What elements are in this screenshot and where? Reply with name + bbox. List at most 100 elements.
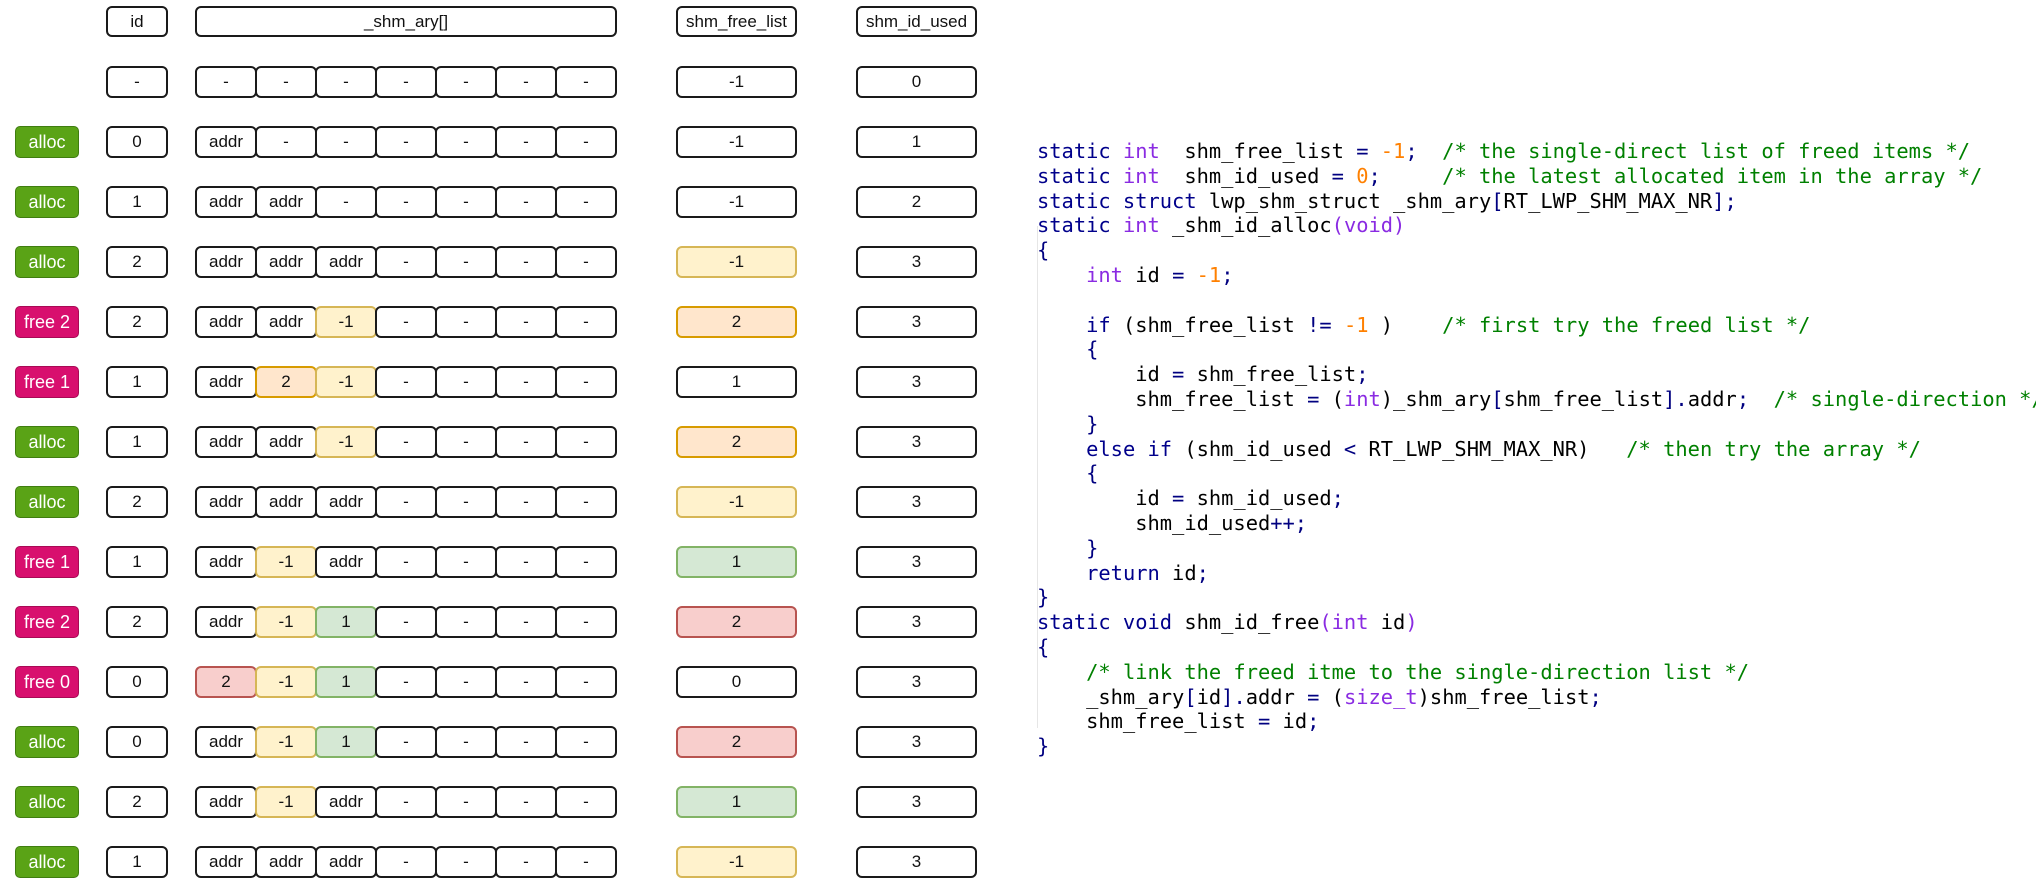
shm-ary-cell: -	[555, 846, 617, 878]
shm-ary-cell: addr	[315, 486, 377, 518]
free-list-cell: 2	[676, 726, 797, 758]
free-list-cell: -1	[676, 66, 797, 98]
shm-ary-cell: -	[555, 786, 617, 818]
shm-ary-cell: -	[495, 546, 557, 578]
code-line: _shm_ary[id].addr = (size_t)shm_free_lis…	[1037, 684, 1602, 709]
shm-ary-cell: -	[555, 486, 617, 518]
code-line: static struct lwp_shm_struct _shm_ary[RT…	[1037, 188, 1737, 213]
code-line: }	[1086, 535, 1099, 560]
id-used-cell: 3	[856, 306, 977, 338]
id-cell: 2	[106, 306, 168, 338]
shm-ary-cell: addr	[255, 426, 317, 458]
shm-ary-cell: -1	[255, 666, 317, 698]
alloc-op-label: alloc	[15, 846, 79, 878]
shm-ary-cell: -	[555, 306, 617, 338]
id-used-cell: 3	[856, 786, 977, 818]
shm-ary-cell: -	[435, 546, 497, 578]
shm-ary-cell: -	[375, 66, 437, 98]
shm-ary-cell: -	[375, 126, 437, 158]
shm-ary-cell: addr	[255, 186, 317, 218]
code-line: shm_free_list = id;	[1037, 709, 1320, 734]
id-used-cell: 3	[856, 426, 977, 458]
id-cell: 1	[106, 846, 168, 878]
code-line: }	[1037, 585, 1050, 610]
code-line: if (shm_free_list != -1 ) /* first try t…	[1086, 312, 1811, 337]
shm-ary-cell: addr	[195, 846, 257, 878]
shm-ary-cell: -	[315, 186, 377, 218]
shm-ary-cell: -	[495, 786, 557, 818]
free-list-cell: -1	[676, 846, 797, 878]
shm-ary-cell: -	[495, 426, 557, 458]
shm-ary-cell: addr	[195, 246, 257, 278]
shm-ary-cell: 2	[195, 666, 257, 698]
shm-ary-cell: -	[555, 186, 617, 218]
shm-ary-cell: addr	[315, 846, 377, 878]
id-cell: 2	[106, 246, 168, 278]
id-cell: 0	[106, 666, 168, 698]
shm-ary-cell: addr	[315, 546, 377, 578]
shm-ary-cell: addr	[255, 306, 317, 338]
shm-ary-cell: -	[435, 606, 497, 638]
free-list-cell: 1	[676, 546, 797, 578]
free-list-cell: 2	[676, 606, 797, 638]
id-cell: 1	[106, 546, 168, 578]
shm-ary-cell: -	[495, 846, 557, 878]
shm-ary-cell: addr	[195, 126, 257, 158]
free-list-cell: -1	[676, 246, 797, 278]
id-used-cell: 3	[856, 726, 977, 758]
free-list-cell: 0	[676, 666, 797, 698]
shm-ary-cell: -	[555, 546, 617, 578]
shm-ary-cell: addr	[315, 246, 377, 278]
code-line: static int shm_free_list = -1; /* the si…	[1037, 139, 1971, 163]
shm-ary-cell: -	[375, 606, 437, 638]
shm-ary-cell: -	[495, 726, 557, 758]
shm-ary-cell: addr	[195, 186, 257, 218]
shm-ary-cell: addr	[195, 726, 257, 758]
code-line: {	[1086, 461, 1099, 486]
shm-ary-cell: -	[375, 426, 437, 458]
id-cell: 0	[106, 726, 168, 758]
shm-ary-cell: -	[555, 126, 617, 158]
shm-ary-cell: -	[375, 786, 437, 818]
shm-ary-cell: -	[495, 66, 557, 98]
shm-ary-cell: -	[495, 246, 557, 278]
shm-ary-cell: -	[555, 666, 617, 698]
shm-ary-cell: addr	[195, 306, 257, 338]
shm-ary-cell: addr	[195, 366, 257, 398]
alloc-op-label: alloc	[15, 186, 79, 218]
shm-ary-cell: -	[435, 66, 497, 98]
id-cell: 2	[106, 486, 168, 518]
shm-ary-cell: -	[375, 366, 437, 398]
shm-ary-cell: -	[555, 66, 617, 98]
id-used-cell: 3	[856, 666, 977, 698]
shm-ary-cell: addr	[195, 426, 257, 458]
shm-ary-cell: -	[555, 426, 617, 458]
shm-ary-cell: -	[375, 486, 437, 518]
shm-ary-cell: addr	[255, 486, 317, 518]
free-list-cell: -1	[676, 126, 797, 158]
shm-ary-cell: -	[495, 366, 557, 398]
code-line: shm_free_list = (int)_shm_ary[shm_free_l…	[1037, 386, 2036, 411]
free-list-cell: -1	[676, 486, 797, 518]
shm-ary-cell: -	[255, 126, 317, 158]
shm-ary-cell: -	[555, 366, 617, 398]
id-used-cell: 3	[856, 366, 977, 398]
shm-ary-cell: 1	[315, 726, 377, 758]
shm-ary-cell: -	[495, 666, 557, 698]
free-op-label: free 0	[15, 666, 79, 698]
shm-ary-cell: -	[435, 726, 497, 758]
shm-ary-cell: -	[375, 186, 437, 218]
shm-ary-cell: -	[555, 726, 617, 758]
shm-ary-cell: -	[495, 126, 557, 158]
id-used-cell: 3	[856, 546, 977, 578]
id-used-cell: 1	[856, 126, 977, 158]
shm-ary-cell: -	[435, 426, 497, 458]
alloc-op-label: alloc	[15, 246, 79, 278]
code-line: }	[1037, 734, 1050, 759]
alloc-op-label: alloc	[15, 726, 79, 758]
header-id: id	[106, 6, 168, 37]
shm-ary-cell: -	[435, 366, 497, 398]
shm-ary-cell: addr	[195, 786, 257, 818]
free-op-label: free 1	[15, 546, 79, 578]
